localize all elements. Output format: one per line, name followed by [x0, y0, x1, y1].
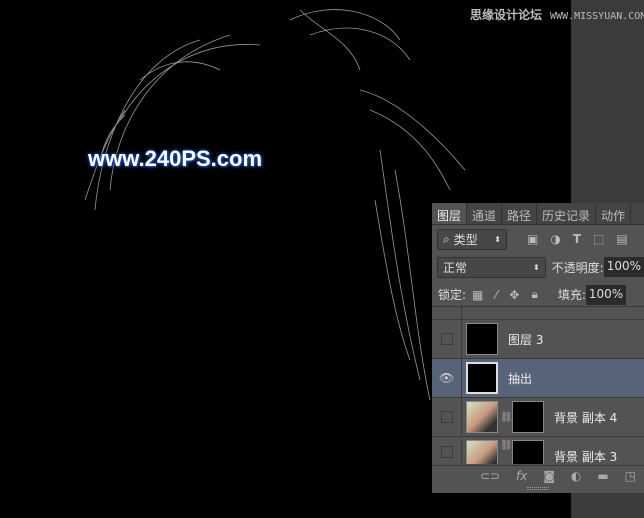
shape-filter-icon[interactable]: ⬚	[593, 232, 604, 246]
fx-icon[interactable]: fx	[516, 469, 527, 483]
add-mask-icon[interactable]: ◙	[543, 469, 555, 483]
layer-row-selected[interactable]: 👁︎ 抽出	[432, 358, 644, 397]
updown-icon: ⬍	[494, 234, 501, 244]
watermark-url: WWW.MISSYUAN.COM	[550, 11, 644, 22]
visibility-toggle[interactable]	[432, 440, 462, 464]
layer-mask-thumbnail[interactable]	[512, 401, 544, 433]
layer-thumbnail	[466, 440, 498, 464]
layer-thumbnail	[466, 401, 498, 433]
layer-row[interactable]: ⛓︎ 背景 副本 3	[432, 436, 644, 464]
lock-position-move-icon[interactable]: ✥	[509, 288, 519, 302]
opacity-input[interactable]: 100%	[603, 257, 644, 277]
watermark: 思缘设计论坛 WWW.MISSYUAN.COM	[470, 6, 644, 23]
layer-row[interactable]: ⛓︎ 背景 副本 4	[432, 397, 644, 436]
eye-icon: 👁︎	[438, 371, 455, 385]
visibility-toggle[interactable]	[432, 320, 462, 358]
filter-kind-label: 类型	[453, 232, 478, 247]
layer-name: 抽出	[508, 371, 533, 386]
adjustment-layer-icon[interactable]: ◐	[571, 469, 581, 483]
lock-image-brush-icon[interactable]: ⁄	[495, 288, 497, 302]
layer-row-partial[interactable]	[432, 305, 644, 319]
image-filter-icon[interactable]: ▣	[527, 232, 538, 246]
lock-label: 锁定:	[438, 288, 467, 302]
smart-object-filter-icon[interactable]: ▤	[616, 232, 627, 246]
blend-mode-value: 正常	[443, 260, 468, 275]
new-group-folder-icon[interactable]: ▬	[597, 469, 608, 483]
visibility-toggle[interactable]: 👁︎	[432, 359, 462, 397]
visibility-cell	[432, 305, 462, 319]
hidden-box-icon	[440, 446, 453, 458]
resize-grip[interactable]	[527, 487, 549, 490]
layer-row[interactable]: 图层 3	[432, 319, 644, 358]
watermark-cn: 思缘设计论坛	[470, 8, 543, 22]
filter-kind-select[interactable]: ⌕ 类型 ⬍	[437, 228, 507, 250]
panel-tabs: 图层 通道 路径 历史记录 动作	[432, 203, 644, 225]
blend-mode-select[interactable]: 正常 ⬍	[437, 256, 546, 278]
opacity-label: 不透明度:	[551, 260, 604, 275]
adjustment-filter-icon[interactable]: ◑	[550, 232, 560, 246]
layer-name: 背景 副本 4	[554, 410, 618, 425]
tab-actions[interactable]: 动作	[596, 203, 632, 224]
link-chain-icon: ⛓︎	[500, 440, 513, 451]
visibility-toggle[interactable]	[432, 398, 462, 436]
site-logo-text: www.240PS.com	[88, 146, 263, 171]
layers-panel: 图层 通道 路径 历史记录 动作 ⌕ 类型 ⬍ ▣ ◑ T ⬚ ▤ 正常 ⬍ 不透明…	[432, 203, 644, 493]
fill-input[interactable]: 100%	[585, 284, 627, 305]
updown-icon: ⬍	[532, 262, 540, 272]
layer-name: 背景 副本 3	[554, 450, 618, 464]
layer-mask-thumbnail[interactable]	[512, 440, 544, 464]
layer-name: 图层 3	[508, 332, 544, 347]
tab-history[interactable]: 历史记录	[537, 203, 597, 224]
hidden-box-icon	[440, 333, 453, 345]
new-layer-icon[interactable]: ◳	[625, 469, 636, 483]
fill-label: 填充:	[557, 288, 586, 302]
lock-all-icon[interactable]: 🔒︎	[531, 287, 537, 302]
tab-paths[interactable]: 路径	[502, 203, 538, 224]
layer-thumbnail	[466, 323, 498, 355]
lock-transparent-icon[interactable]: ▦	[472, 288, 483, 302]
tab-channels[interactable]: 通道	[467, 203, 503, 224]
hidden-box-icon	[440, 411, 453, 423]
search-icon: ⌕	[443, 231, 450, 246]
type-filter-icon[interactable]: T	[573, 232, 581, 246]
layer-thumbnail	[466, 362, 498, 394]
panel-footer: ⊂⊃ fx ◙ ◐ ▬ ◳	[432, 465, 644, 485]
link-layers-icon[interactable]: ⊂⊃	[480, 469, 500, 483]
tab-layers[interactable]: 图层	[432, 203, 468, 224]
link-chain-icon: ⛓︎	[500, 411, 513, 423]
